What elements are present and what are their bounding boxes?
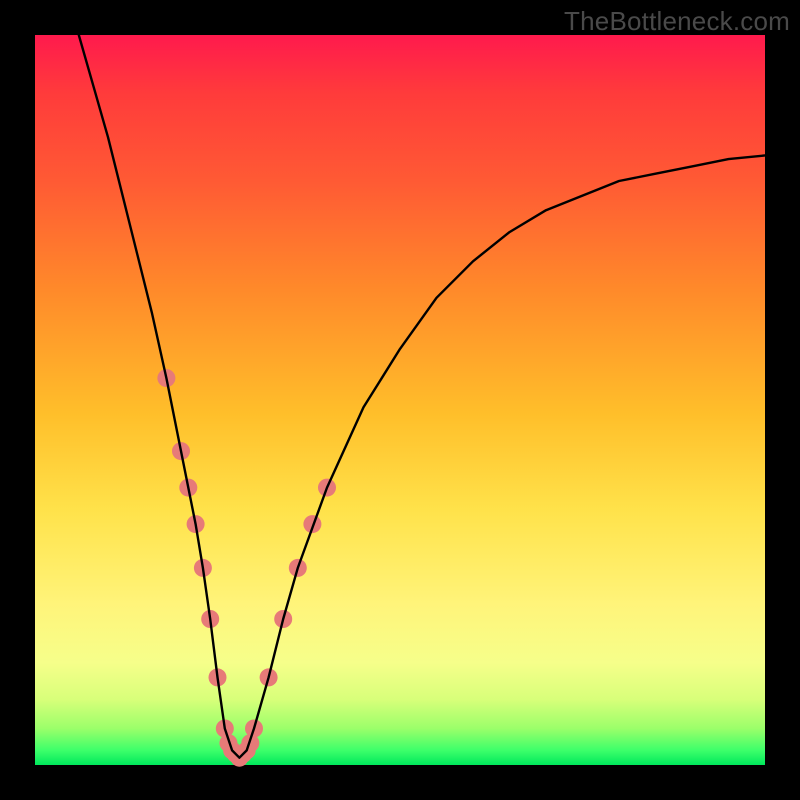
chart-frame: TheBottleneck.com bbox=[0, 0, 800, 800]
bottleneck-curve bbox=[79, 35, 765, 758]
watermark-text: TheBottleneck.com bbox=[564, 6, 790, 37]
plot-area bbox=[35, 35, 765, 765]
marker-layer bbox=[157, 369, 336, 767]
curve-svg bbox=[35, 35, 765, 765]
